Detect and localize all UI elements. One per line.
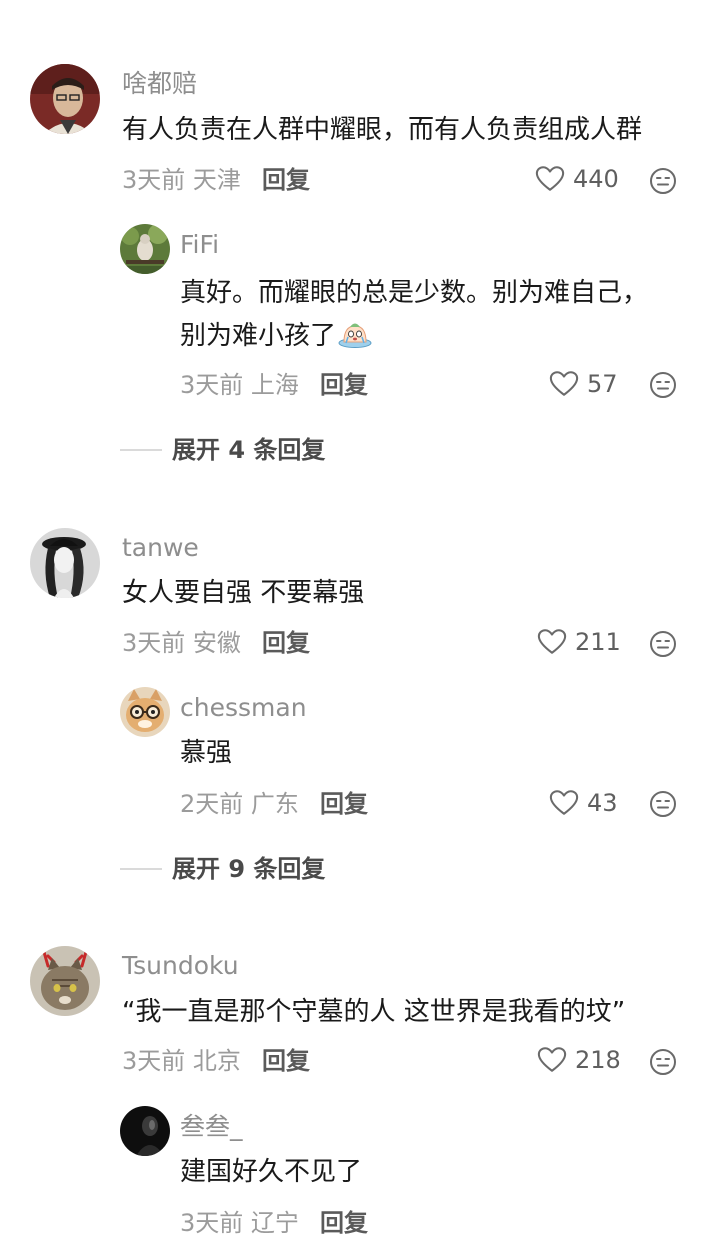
heart-icon [549,370,579,397]
like-button[interactable]: 43 [549,789,618,816]
emoji-reaction-icon[interactable] [649,167,677,195]
heart-icon [535,165,565,192]
divider [120,868,162,870]
cat-glasses-icon [120,687,170,737]
username[interactable]: FiFi [180,232,219,257]
comment-text: “我一直是那个守墓的人 这世界是我看的坟” [122,997,626,1027]
comment-meta: 3天前 天津 [122,166,241,194]
comment-text: 慕强 [180,738,233,768]
divider [120,449,162,451]
username[interactable]: 叁叁_ [180,1114,243,1139]
comment-text-line2: 别为难小孩了 [180,314,372,358]
comment-meta: 3天前 北京 [122,1047,241,1075]
comment-text-line1: 真好。而耀眼的总是少数。别为难自己， [180,278,649,308]
like-count: 57 [587,369,618,398]
heart-icon [537,1046,567,1073]
expand-replies-button[interactable]: 展开 4 条回复 [120,438,325,462]
avatar[interactable] [30,528,100,598]
like-button[interactable]: 218 [537,1046,621,1073]
like-count: 211 [575,627,621,656]
crying-emoji-icon [338,323,372,348]
comment-meta: 3天前 上海 [180,371,299,399]
avatar[interactable] [30,946,100,1016]
reply-button[interactable]: 回复 [320,373,368,397]
like-count: 218 [575,1045,621,1074]
comment-text: 有人负责在人群中耀眼，而有人负责组成人群 [122,115,643,145]
reply-button[interactable]: 回复 [262,168,310,192]
expand-replies-label: 展开 4 条回复 [172,436,326,464]
like-count: 43 [587,788,618,817]
comment-text: 女人要自强 不要幕强 [122,578,365,608]
dark-portrait-icon [120,1106,170,1156]
heart-icon [537,628,567,655]
username[interactable]: tanwe [122,535,199,560]
cat-antlers-icon [30,946,100,1016]
expand-replies-label: 展开 9 条回复 [172,855,326,883]
avatar[interactable] [120,224,170,274]
reply-button[interactable]: 回复 [262,631,310,655]
emoji-reaction-icon[interactable] [649,630,677,658]
comment-meta: 3天前 辽宁 [180,1209,299,1237]
like-count: 440 [573,164,619,193]
expand-replies-button[interactable]: 展开 9 条回复 [120,857,325,881]
emoji-reaction-icon[interactable] [649,1048,677,1076]
reply-button[interactable]: 回复 [320,792,368,816]
emoji-reaction-icon[interactable] [649,371,677,399]
avatar[interactable] [30,64,100,134]
emoji-reaction-icon[interactable] [649,790,677,818]
avatar[interactable] [120,687,170,737]
comment-text-line2-text: 别为难小孩了 [180,321,337,351]
portrait-man-glasses-icon [30,64,100,134]
like-button[interactable]: 211 [537,628,621,655]
heart-icon [549,789,579,816]
avatar[interactable] [120,1106,170,1156]
like-button[interactable]: 57 [549,370,618,397]
bird-on-branch-icon [120,224,170,274]
username[interactable]: chessman [180,695,307,720]
comment-meta: 3天前 安徽 [122,629,241,657]
username[interactable]: 啥都赔 [122,71,197,96]
username[interactable]: Tsundoku [122,953,239,978]
comment-text: 建国好久不见了 [180,1157,363,1187]
like-button[interactable]: 440 [535,165,619,192]
comment-meta: 2天前 广东 [180,790,299,818]
woman-hat-bw-icon [30,528,100,598]
reply-button[interactable]: 回复 [262,1049,310,1073]
reply-button[interactable]: 回复 [320,1211,368,1235]
